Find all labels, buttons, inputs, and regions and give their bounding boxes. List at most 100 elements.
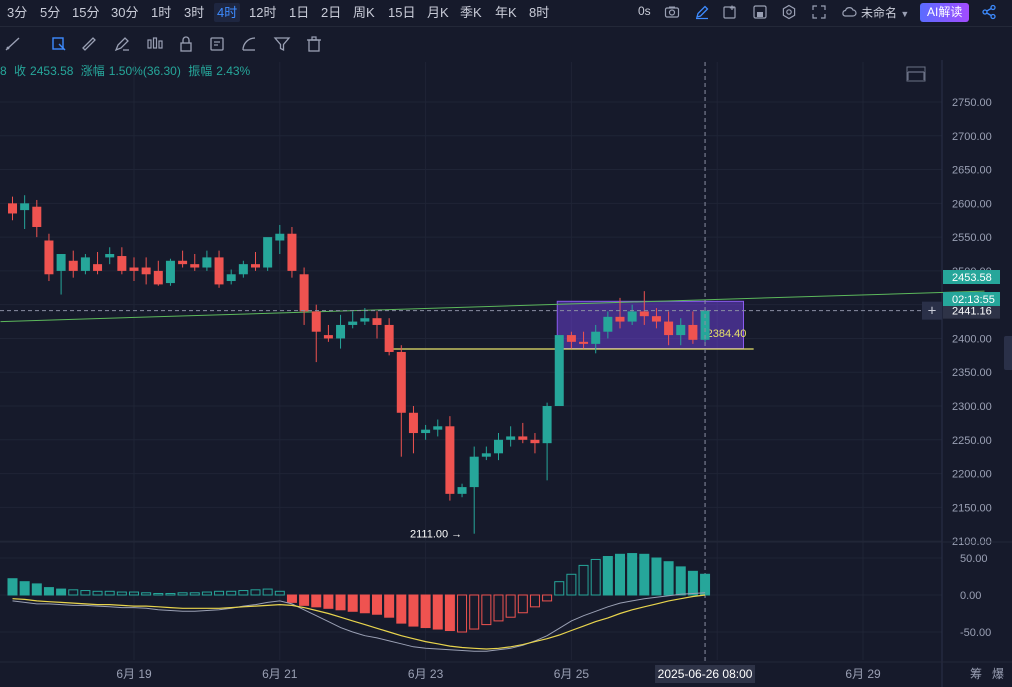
candle-body (372, 318, 382, 325)
macd-bar (43, 587, 54, 596)
chevron-down-icon: ▼ (900, 9, 910, 19)
candle-body (68, 260, 78, 271)
macd-tick-label: 0.00 (960, 590, 981, 602)
candle-body (421, 429, 431, 434)
share-icon[interactable] (981, 4, 997, 20)
macd-bar (153, 593, 164, 596)
macd-bar (615, 553, 625, 596)
candle-body (591, 331, 601, 344)
candle-body (44, 240, 54, 275)
timeframe-14[interactable]: 年K (492, 3, 520, 22)
candle-body (275, 233, 285, 241)
brush-icon[interactable] (113, 35, 131, 53)
timeframe-0[interactable]: 3分 (4, 3, 30, 22)
layout-name-dropdown[interactable]: 未命名 ▼ (861, 4, 909, 21)
timeframe-9[interactable]: 2日 (318, 3, 344, 22)
timeframe-1[interactable]: 5分 (37, 3, 63, 22)
macd-bar (590, 558, 601, 596)
macd-bar (335, 594, 346, 611)
timeframe-5[interactable]: 3时 (181, 3, 207, 22)
timeframe-15[interactable]: 8时 (526, 3, 552, 22)
candle-body (311, 311, 321, 332)
candle-body (153, 270, 163, 285)
last-price-tag (943, 270, 1000, 284)
candle-body (56, 254, 66, 271)
countdown-label: 02:13:55 (952, 294, 995, 306)
macd-bar (663, 561, 674, 596)
fullscreen-icon[interactable] (811, 4, 827, 20)
trendline (0, 290, 985, 323)
timeframe-3[interactable]: 30分 (108, 3, 141, 22)
note-icon[interactable] (208, 35, 226, 53)
candle-body (32, 206, 42, 227)
candle-body (299, 274, 309, 312)
macd-bar (372, 594, 382, 615)
select-icon[interactable] (50, 35, 68, 53)
macd-bar (687, 570, 698, 596)
timeframe-7[interactable]: 12时 (246, 3, 279, 22)
timeframe-4[interactable]: 1时 (148, 3, 174, 22)
macd-bar (481, 594, 492, 626)
timeframe-8[interactable]: 1日 (286, 3, 312, 22)
timeframe-13[interactable]: 季K (457, 3, 485, 22)
macd-bar (189, 592, 200, 596)
pen-icon[interactable] (694, 4, 710, 20)
y-tick-label: 2150.00 (952, 502, 992, 514)
candle-body (506, 436, 516, 440)
ai-interpret-button[interactable]: AI解读 (920, 3, 970, 22)
macd-bar (432, 594, 443, 630)
camera-icon[interactable] (664, 4, 680, 20)
timeframe-11[interactable]: 15日 (385, 3, 418, 22)
candle-body (445, 426, 455, 494)
crosshair-date-label: 2025-06-26 08:00 (658, 667, 753, 681)
candle-body (20, 203, 30, 211)
y-tick-label: 2500.00 (952, 266, 992, 278)
expand-icon (907, 71, 925, 80)
candle-body (627, 311, 637, 322)
crosshair-date-tag (655, 665, 756, 683)
save-icon[interactable] (752, 4, 768, 20)
low-price-marker: 2111.00 → (410, 529, 462, 541)
macd-tick-label: 50.00 (960, 553, 988, 565)
timeframe-2[interactable]: 15分 (69, 3, 102, 22)
macd-bar (274, 590, 285, 596)
candle-type-icon[interactable] (146, 35, 164, 53)
measure-icon[interactable] (240, 35, 258, 53)
candle-body (651, 316, 661, 322)
cloud-icon[interactable] (841, 4, 857, 20)
ruler-icon[interactable] (80, 35, 98, 53)
timeframe-12[interactable]: 月K (424, 3, 452, 22)
new-window-icon[interactable] (722, 4, 738, 20)
macd-bar (627, 553, 638, 596)
lock-icon[interactable] (177, 35, 195, 53)
macd-bar (420, 594, 431, 629)
macd-bar (517, 594, 528, 614)
macd-bar (505, 594, 516, 618)
macd-bar (323, 594, 334, 609)
candle-body (360, 318, 370, 322)
side-panel-tab[interactable] (1004, 336, 1012, 370)
settings-icon[interactable] (781, 4, 797, 20)
y-tick-label: 2100.00 (952, 536, 992, 548)
trend-line-icon[interactable] (4, 35, 22, 53)
filter-icon[interactable] (273, 35, 291, 53)
macd-bar (31, 583, 42, 596)
macd-bar (68, 589, 79, 596)
candle-body (165, 260, 175, 284)
candle-body (639, 311, 649, 317)
legend-change-value: 1.50%(36.30) (108, 64, 181, 78)
candle-body (615, 316, 625, 322)
timeframe-6[interactable]: 4时 (214, 3, 241, 22)
candle-body (433, 426, 443, 430)
candle-body (664, 321, 674, 336)
timeframe-10[interactable]: 周K (350, 3, 378, 22)
macd-bar (347, 594, 358, 612)
legend-amplitude-label: 振幅 (188, 64, 213, 78)
y-tick-label: 2700.00 (952, 131, 992, 143)
crosshair-add-button (922, 301, 942, 320)
macd-bar (384, 594, 395, 618)
candle-body (226, 274, 236, 282)
price-chart[interactable]: 2750.002700.002650.002600.002550.002500.… (0, 0, 1012, 687)
trash-icon[interactable] (305, 35, 323, 53)
macd-bar (675, 566, 686, 596)
